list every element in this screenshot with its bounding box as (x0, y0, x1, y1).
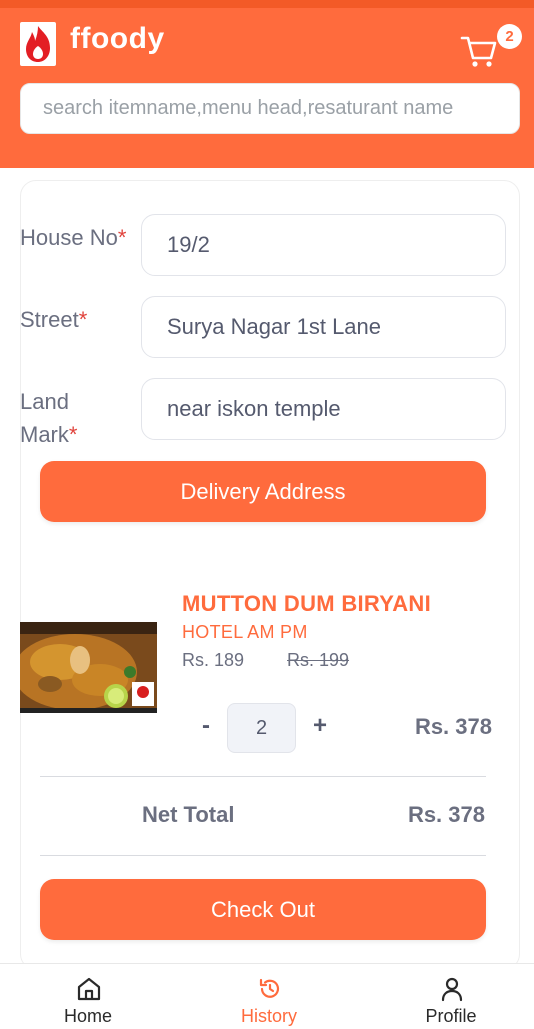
decrease-quantity-button[interactable]: - (196, 712, 216, 740)
landmark-field[interactable] (141, 378, 506, 440)
biryani-photo (20, 622, 157, 713)
cart-icon (460, 36, 497, 67)
nav-profile-label: Profile (425, 1006, 477, 1026)
divider (40, 776, 486, 777)
landmark-label-line1: Land (20, 389, 69, 414)
nav-home-label: Home (63, 1006, 112, 1026)
nav-history[interactable]: History (209, 964, 329, 1029)
cart-button[interactable] (459, 30, 499, 70)
street-field[interactable] (141, 296, 506, 358)
item-restaurant: HOTEL AM PM (182, 622, 308, 642)
home-icon (77, 977, 101, 1001)
street-label-text: Street (20, 307, 79, 332)
search-input[interactable] (20, 83, 520, 134)
cart-page: ffoody 2 House No* Street* Land Mark* De… (0, 0, 534, 1029)
street-label: Street* (20, 303, 87, 336)
status-bar-strip (0, 0, 534, 8)
net-total-value: Rs. 378 (407, 802, 485, 827)
increase-quantity-button[interactable]: + (310, 712, 330, 740)
cart-count-badge: 2 (497, 24, 522, 49)
item-name[interactable]: MUTTON DUM BIRYANI (182, 591, 431, 617)
history-icon (259, 978, 280, 998)
app-title: ffoody (70, 22, 165, 55)
item-original-price: Rs. 199 (287, 650, 350, 670)
required-mark: * (68, 422, 78, 447)
item-image (20, 622, 157, 713)
checkout-button[interactable]: Check Out (40, 879, 486, 940)
item-price: Rs. 189 (182, 650, 245, 670)
house-no-field[interactable] (141, 214, 506, 276)
divider (40, 855, 486, 856)
bottom-navigation: Home History Profile (0, 963, 534, 1029)
required-mark: * (117, 225, 127, 250)
net-total-label: Net Total (142, 802, 235, 827)
house-no-label-text: House No (20, 225, 118, 250)
app-header: ffoody 2 (0, 0, 534, 168)
app-logo[interactable] (20, 22, 56, 66)
quantity-value[interactable]: 2 (227, 703, 296, 753)
house-no-label: House No* (20, 221, 126, 254)
landmark-label: Land Mark* (20, 385, 77, 451)
user-icon (441, 977, 463, 1002)
nav-home[interactable]: Home (28, 964, 148, 1029)
item-line-total: Rs. 378 (414, 714, 492, 739)
required-mark: * (78, 307, 88, 332)
nav-profile[interactable]: Profile (391, 964, 511, 1029)
delivery-address-button[interactable]: Delivery Address (40, 461, 486, 522)
flame-icon (26, 26, 50, 62)
nav-history-label: History (240, 1006, 297, 1026)
landmark-label-line2: Mark (20, 422, 69, 447)
